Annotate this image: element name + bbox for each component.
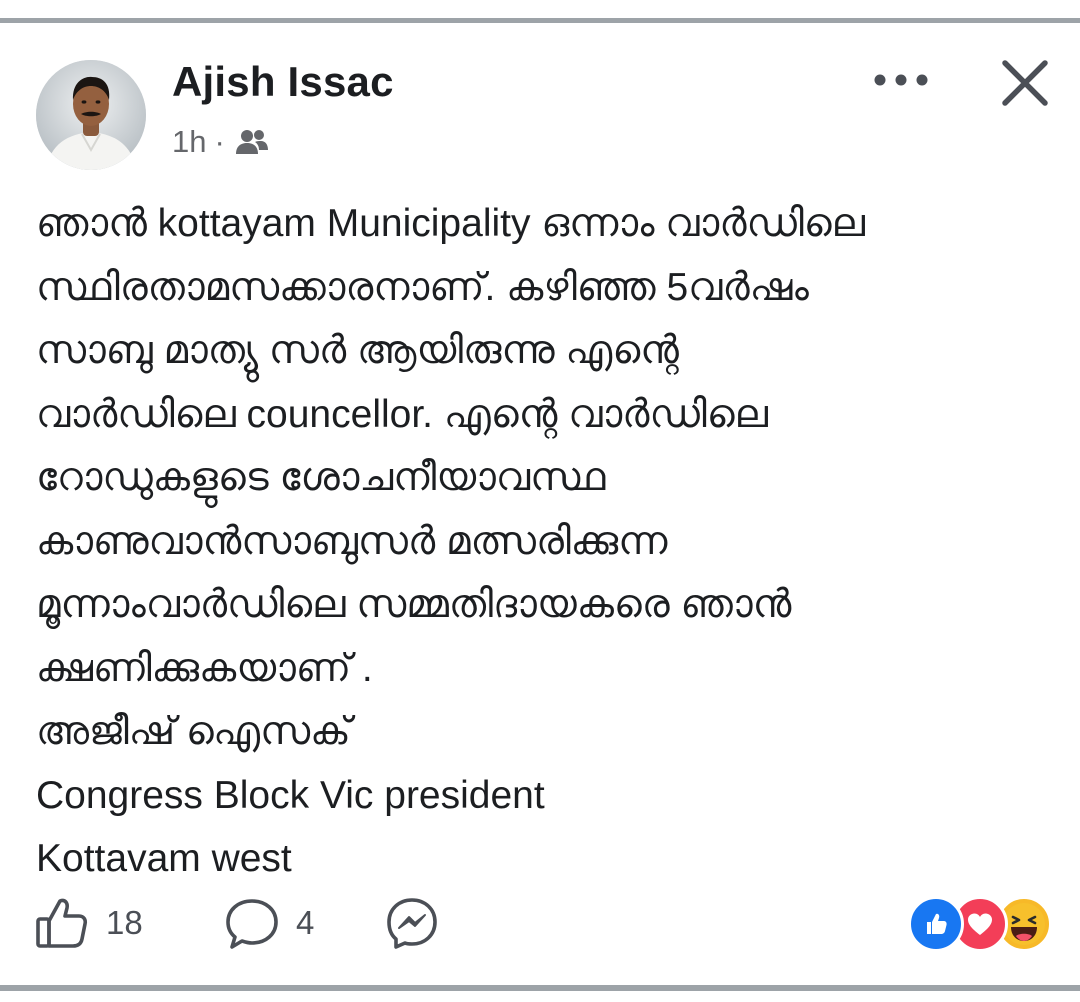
friends-icon[interactable]: [235, 128, 269, 156]
post-body: ഞാൻ kottayam Municipality ഒന്നാം വാർഡിലെ…: [36, 192, 1046, 891]
thumbs-up-icon: [36, 898, 88, 948]
profile-photo: [36, 60, 146, 170]
reactions-summary[interactable]: [908, 896, 1052, 952]
post-line: വാർഡിലെ councellor. എന്റെ വാർഡിലെ: [36, 392, 768, 436]
action-bar: 18 4: [32, 890, 442, 956]
post-line: റോഡുകളുടെ ശോചനീയാവസ്ഥ: [36, 456, 606, 499]
close-button[interactable]: [994, 52, 1056, 114]
like-reaction-icon: [908, 896, 964, 952]
top-divider: [0, 18, 1080, 23]
more-dots-icon: [874, 74, 928, 86]
post-line: കാണുവാൻസാബുസർ മത്സരിക്കുന്ന: [36, 519, 668, 563]
like-button[interactable]: 18: [32, 890, 222, 956]
post-line: അജീഷ് ഐസക്: [36, 710, 351, 753]
messenger-send-button[interactable]: [382, 890, 442, 956]
messenger-icon: [387, 898, 437, 949]
post-line: Kottavam west: [36, 837, 292, 880]
post-line: സാബു മാത്യു സർ ആയിരുന്നു എന്റെ: [36, 329, 679, 372]
post-line: സ്ഥിരതാമസക്കാരനാണ്. കഴിഞ്ഞ 5വർഷം: [36, 265, 809, 309]
comment-count: 4: [296, 904, 315, 941]
close-icon: [1002, 60, 1048, 106]
author-name[interactable]: Ajish Issac: [172, 58, 394, 106]
comment-bubble-icon: [226, 899, 278, 949]
post-line: ക്ഷണിക്കുകയാണ് .: [36, 646, 373, 690]
meta-separator: ·: [214, 124, 225, 159]
post-line: Congress Block Vic president: [36, 773, 545, 817]
post-card: Ajish Issac 1h · ഞാൻ kottayam Municipali…: [0, 0, 1080, 1002]
post-time[interactable]: 1h: [172, 124, 206, 160]
post-line: മൂന്നാംവാർഡിലെ സമ്മതിദായകരെ ഞാൻ: [36, 583, 792, 626]
more-options-button[interactable]: [868, 58, 934, 102]
comment-button[interactable]: 4: [222, 890, 382, 956]
like-count: 18: [106, 904, 143, 941]
post-meta: 1h ·: [172, 122, 269, 162]
bottom-divider: [0, 985, 1080, 991]
avatar[interactable]: [36, 60, 146, 170]
post-line: ഞാൻ kottayam Municipality ഒന്നാം വാർഡിലെ: [36, 202, 865, 245]
